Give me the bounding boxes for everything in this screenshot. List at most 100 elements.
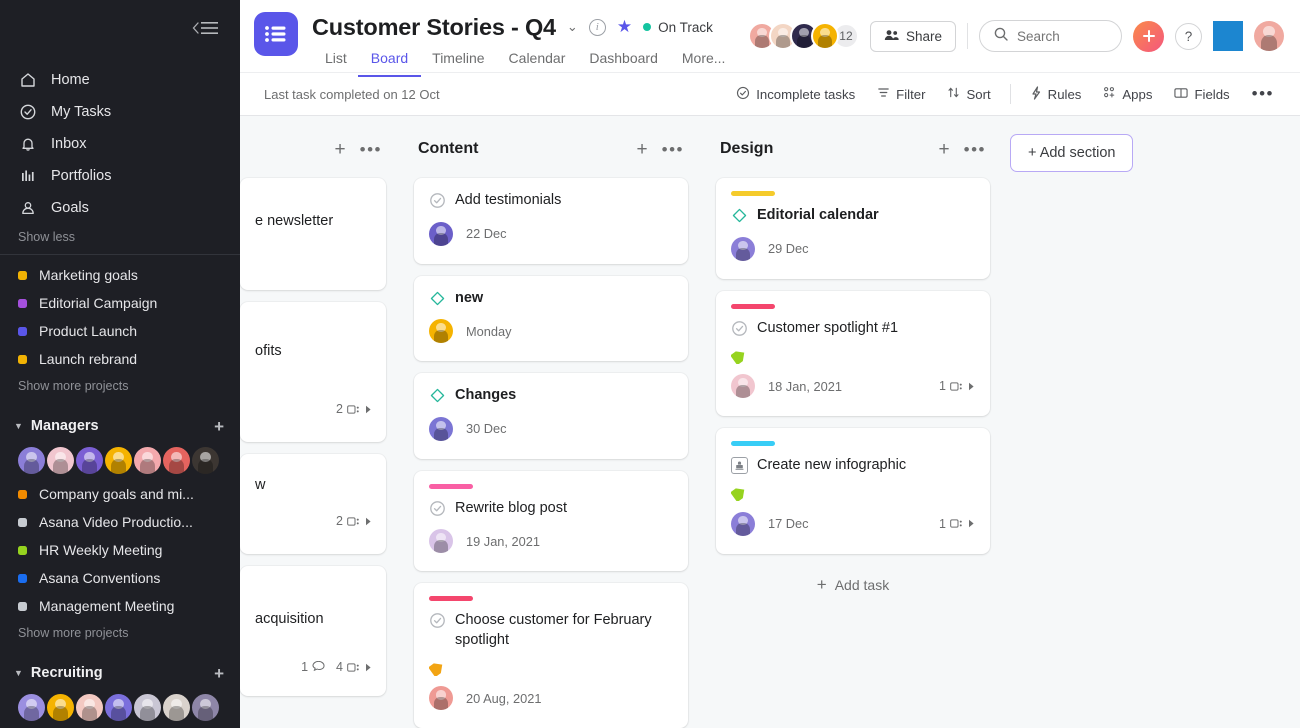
avatar[interactable] — [163, 447, 190, 474]
tab-more[interactable]: More... — [669, 46, 739, 77]
avatar[interactable] — [47, 447, 74, 474]
show-more-projects-button[interactable]: Show more projects — [0, 373, 240, 401]
avatar[interactable] — [105, 447, 132, 474]
avatar[interactable] — [134, 447, 161, 474]
current-user-avatar[interactable] — [1254, 21, 1284, 51]
incomplete-tasks-button[interactable]: Incomplete tasks — [727, 80, 864, 109]
sidebar-item-inbox[interactable]: Inbox — [0, 128, 240, 160]
assignee-avatar[interactable] — [429, 686, 453, 710]
task-card[interactable]: Changes 30 Dec — [414, 373, 688, 459]
assignee-avatar[interactable] — [429, 222, 453, 246]
check-circle-icon[interactable] — [429, 192, 446, 209]
avatar[interactable] — [192, 694, 219, 721]
sidebar-item-portfolios[interactable]: Portfolios — [0, 160, 240, 192]
task-card[interactable]: Rewrite blog post 19 Jan, 2021 — [414, 471, 688, 572]
search-input[interactable] — [979, 20, 1122, 52]
task-card[interactable]: Editorial calendar 29 Dec — [716, 178, 990, 279]
chevron-down-icon[interactable]: ⌄ — [567, 19, 578, 35]
tab-list[interactable]: List — [312, 46, 360, 77]
avatar[interactable] — [76, 694, 103, 721]
fields-button[interactable]: Fields — [1165, 80, 1238, 109]
apps-button[interactable]: Apps — [1094, 80, 1161, 109]
sidebar-project-editorial-campaign[interactable]: Editorial Campaign — [0, 289, 240, 317]
star-icon[interactable]: ★ — [617, 17, 632, 37]
tab-calendar[interactable]: Calendar — [496, 46, 579, 77]
tab-board[interactable]: Board — [358, 46, 421, 77]
assignee-avatar[interactable] — [429, 319, 453, 343]
sidebar-project-marketing-goals[interactable]: Marketing goals — [0, 261, 240, 289]
filter-button[interactable]: Filter — [868, 80, 934, 109]
column-menu-icon[interactable]: ••• — [964, 141, 986, 158]
milestone-diamond-icon[interactable] — [731, 207, 748, 224]
avatar[interactable] — [47, 694, 74, 721]
milestone-diamond-icon[interactable] — [429, 290, 446, 307]
check-circle-icon[interactable] — [731, 320, 748, 337]
task-card[interactable]: Add testimonials 22 Dec — [414, 178, 688, 264]
status-badge[interactable]: On Track — [643, 20, 713, 35]
add-team-project-plus-icon[interactable]: + — [214, 665, 224, 682]
sidebar-project-hr-weekly-meeting[interactable]: HR Weekly Meeting — [0, 536, 240, 564]
blue-square-widget[interactable] — [1213, 21, 1243, 51]
share-button[interactable]: Share — [870, 21, 956, 52]
task-card[interactable]: Create new infographic 17 Dec 1 — [716, 428, 990, 554]
task-due-date: 30 Dec — [466, 421, 507, 436]
assignee-avatar[interactable] — [429, 417, 453, 441]
sidebar-project-company-goals[interactable]: Company goals and mi... — [0, 480, 240, 508]
task-card[interactable]: new Monday — [414, 276, 688, 362]
tab-timeline[interactable]: Timeline — [419, 46, 497, 77]
show-more-projects-button[interactable]: Show more projects — [0, 620, 240, 648]
add-task-plus-icon[interactable]: + — [939, 140, 950, 159]
avatar[interactable] — [18, 447, 45, 474]
task-card[interactable]: acquisition 1 4 — [240, 566, 386, 696]
help-button[interactable]: ? — [1175, 23, 1202, 50]
add-task-plus-icon[interactable]: + — [637, 140, 648, 159]
team-header-recruiting[interactable]: ▼ Recruiting + — [0, 656, 240, 690]
task-card[interactable]: ofits 2 — [240, 302, 386, 442]
sidebar-project-management-meeting[interactable]: Management Meeting — [0, 592, 240, 620]
sidebar-project-asana-conventions[interactable]: Asana Conventions — [0, 564, 240, 592]
assignee-avatar[interactable] — [429, 529, 453, 553]
rules-button[interactable]: Rules — [1021, 80, 1091, 109]
team-header-managers[interactable]: ▼ Managers + — [0, 409, 240, 443]
task-card[interactable]: Customer spotlight #1 18 Jan, 2021 1 — [716, 291, 990, 417]
search-field[interactable] — [1017, 29, 1109, 44]
assignee-avatar[interactable] — [731, 374, 755, 398]
avatar[interactable] — [18, 694, 45, 721]
sidebar-item-goals[interactable]: Goals — [0, 192, 240, 224]
sidebar-project-launch-rebrand[interactable]: Launch rebrand — [0, 345, 240, 373]
sidebar-item-my-tasks[interactable]: My Tasks — [0, 96, 240, 128]
show-less-button[interactable]: Show less — [0, 224, 240, 252]
avatar[interactable] — [105, 694, 132, 721]
approval-icon[interactable] — [731, 457, 748, 474]
assignee-avatar[interactable] — [731, 237, 755, 261]
sidebar-project-asana-video-production[interactable]: Asana Video Productio... — [0, 508, 240, 536]
assignee-avatar[interactable] — [731, 512, 755, 536]
column-menu-icon[interactable]: ••• — [662, 141, 684, 158]
collapse-sidebar-icon[interactable] — [192, 21, 218, 35]
tab-dashboard[interactable]: Dashboard — [576, 46, 671, 77]
sidebar-project-product-launch[interactable]: Product Launch — [0, 317, 240, 345]
sort-button[interactable]: Sort — [938, 80, 999, 109]
task-card[interactable]: Choose customer for February spotlight 2… — [414, 583, 688, 728]
avatar[interactable] — [811, 22, 839, 50]
info-icon[interactable]: i — [589, 19, 606, 36]
task-card[interactable]: e newsletter — [240, 178, 386, 290]
quick-add-button[interactable] — [1133, 21, 1164, 52]
task-card[interactable]: w 2 — [240, 454, 386, 554]
sidebar-item-home[interactable]: Home — [0, 64, 240, 96]
sidebar-top — [0, 0, 240, 56]
more-options-button[interactable]: ••• — [1243, 80, 1283, 109]
column-menu-icon[interactable]: ••• — [360, 141, 382, 158]
add-section-button[interactable]: + Add section — [1010, 134, 1133, 172]
check-circle-icon[interactable] — [429, 612, 446, 629]
add-task-plus-icon[interactable]: + — [335, 140, 346, 159]
expand-arrow-icon — [968, 382, 975, 391]
avatar[interactable] — [76, 447, 103, 474]
add-team-project-plus-icon[interactable]: + — [214, 418, 224, 435]
check-circle-icon[interactable] — [429, 500, 446, 517]
avatar[interactable] — [163, 694, 190, 721]
milestone-diamond-icon[interactable] — [429, 387, 446, 404]
avatar[interactable] — [134, 694, 161, 721]
avatar[interactable] — [192, 447, 219, 474]
add-task-button[interactable]: + Add task — [716, 566, 990, 604]
